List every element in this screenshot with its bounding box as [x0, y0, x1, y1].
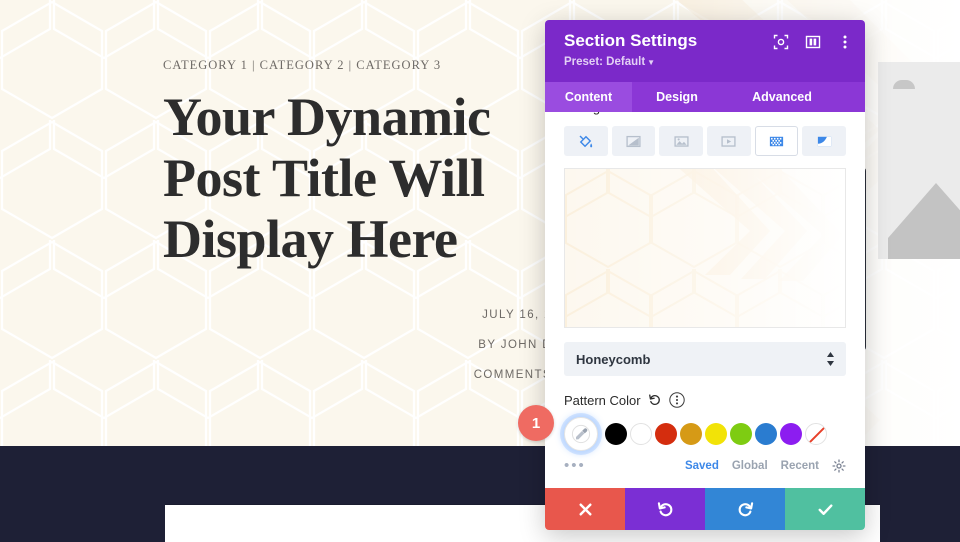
stepper-arrows-icon [826, 351, 835, 367]
preset-label: Preset: Default [564, 56, 645, 68]
close-icon [577, 501, 594, 518]
modal-header: Section Settings Preset: Default▼ [545, 20, 865, 82]
image-placeholder [878, 62, 960, 259]
background-image-icon-button[interactable] [659, 126, 703, 156]
background-section-label: Background [564, 112, 846, 116]
cancel-button[interactable] [545, 488, 625, 530]
swatch-black[interactable] [605, 423, 627, 445]
background-video-icon-button[interactable] [707, 126, 751, 156]
modal-header-actions [773, 34, 853, 50]
pattern-color-field-header: Pattern Color [564, 392, 846, 408]
layout-columns-icon[interactable] [805, 34, 821, 50]
redo-icon [737, 501, 754, 518]
hero-copy: CATEGORY 1 | CATEGORY 2 | CATEGORY 3 You… [163, 58, 563, 270]
swatch-white[interactable] [630, 423, 652, 445]
palette-tabs: Saved Global Recent [685, 459, 846, 473]
background-video-icon [720, 133, 737, 150]
reset-icon[interactable] [648, 393, 662, 407]
section-settings-modal: Section Settings Preset: Default▼ [545, 20, 865, 530]
swatch-orange[interactable] [680, 423, 702, 445]
background-color-icon [577, 133, 594, 150]
post-author: BY JOHN D [300, 330, 552, 360]
tab-advanced[interactable]: Advanced [722, 82, 842, 112]
background-mask-icon-button[interactable] [802, 126, 846, 156]
swatch-red[interactable] [655, 423, 677, 445]
modal-tabs: Content Design Advanced [545, 82, 865, 112]
undo-icon [657, 501, 674, 518]
swatch-yellow[interactable] [705, 423, 727, 445]
gear-icon[interactable] [832, 459, 846, 473]
post-meta: JULY 16, 2 BY JOHN D COMMENTS [300, 300, 552, 390]
page-scrollbar[interactable] [952, 0, 960, 542]
post-date: JULY 16, 2 [300, 300, 552, 330]
chevron-down-icon: ▼ [647, 58, 655, 67]
undo-button[interactable] [625, 488, 705, 530]
background-pattern-icon [768, 133, 785, 150]
background-type-toggles [564, 126, 846, 156]
swatch-purple[interactable] [780, 423, 802, 445]
modal-body: Background [545, 112, 865, 530]
color-swatch-row [564, 417, 846, 451]
check-icon [817, 501, 834, 518]
background-mask-icon [816, 133, 833, 150]
redo-button[interactable] [705, 488, 785, 530]
post-title-line-2: Post Title Will [163, 148, 485, 208]
eyedropper-icon [571, 424, 591, 444]
background-gradient-icon-button[interactable] [612, 126, 656, 156]
palette-controls-row: ••• Saved Global Recent [564, 457, 846, 475]
more-colors-icon[interactable]: ••• [564, 461, 594, 471]
post-comments: COMMENTS [300, 360, 552, 390]
pattern-style-select[interactable]: Honeycomb [564, 342, 846, 376]
modal-action-bar [545, 488, 865, 530]
more-options-icon[interactable] [669, 392, 685, 408]
pattern-style-value: Honeycomb [576, 352, 650, 367]
swatch-transparent[interactable] [805, 423, 827, 445]
preset-selector[interactable]: Preset: Default▼ [564, 55, 849, 70]
post-title-line-1: Your Dynamic [163, 87, 491, 147]
page-title: Your Dynamic Post Title Will Display Her… [163, 87, 563, 270]
post-categories: CATEGORY 1 | CATEGORY 2 | CATEGORY 3 [163, 58, 563, 73]
more-vertical-icon[interactable] [837, 34, 853, 50]
step-badge: 1 [518, 405, 554, 441]
swatch-green[interactable] [730, 423, 752, 445]
screen: CATEGORY 1 | CATEGORY 2 | CATEGORY 3 You… [0, 0, 960, 542]
pattern-preview [564, 168, 846, 328]
background-gradient-icon [625, 133, 642, 150]
focus-icon[interactable] [773, 34, 789, 50]
palette-tab-saved[interactable]: Saved [685, 460, 719, 472]
placeholder-sun-icon [893, 80, 915, 89]
background-color-icon-button[interactable] [564, 126, 608, 156]
background-image-icon [673, 133, 690, 150]
pattern-color-label: Pattern Color [564, 393, 641, 408]
background-pattern-icon-button[interactable] [755, 126, 799, 156]
post-title-line-3: Display Here [163, 209, 457, 269]
save-button[interactable] [785, 488, 865, 530]
palette-tab-global[interactable]: Global [732, 460, 768, 472]
swatch-blue[interactable] [755, 423, 777, 445]
eyedropper-swatch[interactable] [564, 417, 598, 451]
pattern-preview-graphic [565, 169, 845, 327]
palette-tab-recent[interactable]: Recent [781, 460, 819, 472]
placeholder-mountain-icon [888, 143, 960, 259]
tab-design[interactable]: Design [632, 82, 722, 112]
tab-content[interactable]: Content [545, 82, 632, 112]
